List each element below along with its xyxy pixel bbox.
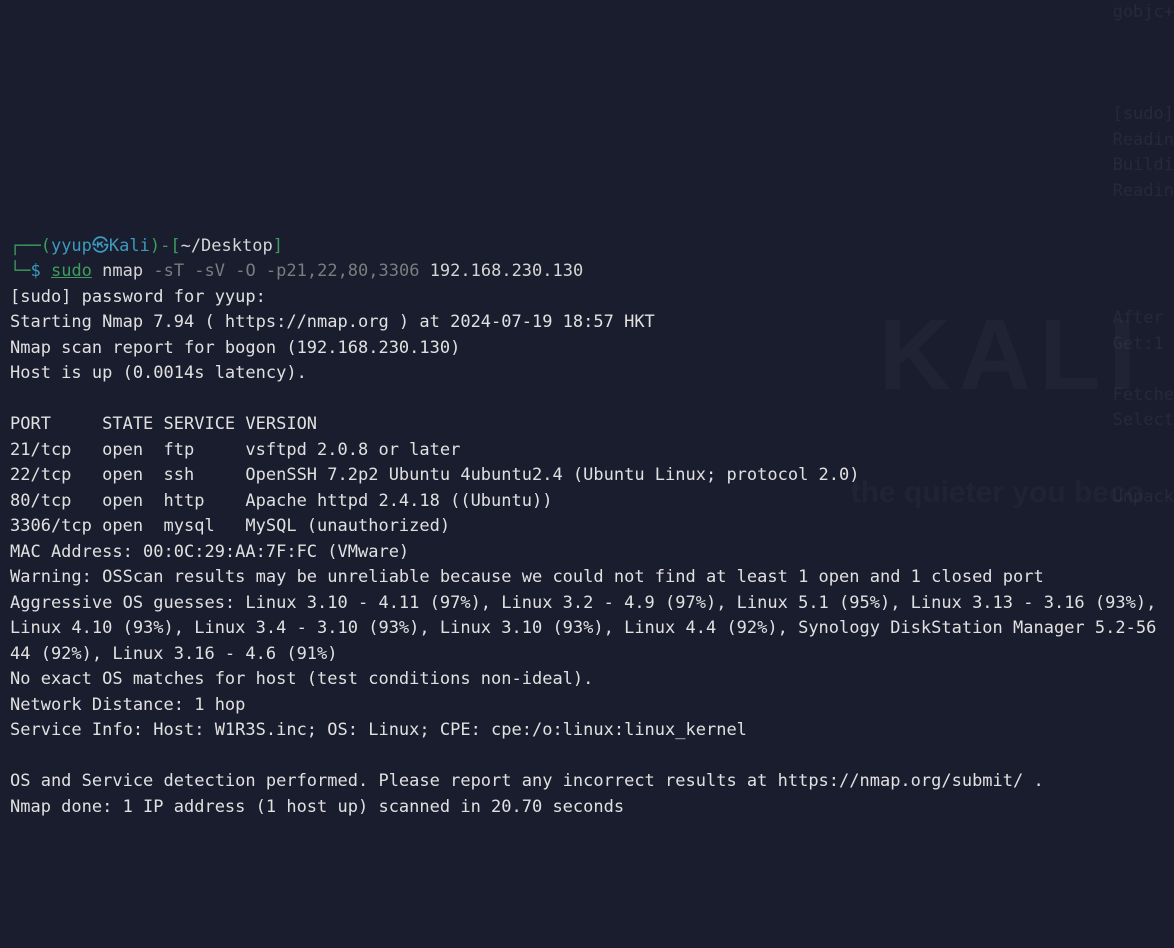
detection-footer: OS and Service detection performed. Plea… — [10, 771, 1044, 791]
cmd-sudo: sudo — [51, 261, 92, 281]
mac-address-line: MAC Address: 00:0C:29:AA:7F:FC (VMware) — [10, 542, 409, 562]
nmap-start-line: Starting Nmap 7.94 ( https://nmap.org ) … — [10, 312, 655, 332]
no-exact-os: No exact OS matches for host (test condi… — [10, 669, 593, 689]
port-row-80: 80/tcp open http Apache httpd 2.4.18 ((U… — [10, 491, 552, 511]
service-info: Service Info: Host: W1R3S.inc; OS: Linux… — [10, 720, 747, 740]
scan-report-line: Nmap scan report for bogon (192.168.230.… — [10, 338, 460, 358]
prompt-line-2: └─$ sudo nmap -sT -sV -O -p21,22,80,3306… — [10, 261, 583, 281]
port-row-21: 21/tcp open ftp vsftpd 2.0.8 or later — [10, 440, 460, 460]
nmap-done: Nmap done: 1 IP address (1 host up) scan… — [10, 797, 624, 817]
prompt-line-1: ┌──(yyup㉿Kali)-[~/Desktop] — [10, 236, 283, 256]
cmd-target: 192.168.230.130 — [419, 261, 583, 281]
port-table-header: PORT STATE SERVICE VERSION — [10, 414, 317, 434]
os-guesses: Aggressive OS guesses: Linux 3.10 - 4.11… — [10, 593, 1167, 664]
osscan-warning: Warning: OSScan results may be unreliabl… — [10, 567, 1044, 587]
sudo-password-prompt: [sudo] password for yyup: — [10, 287, 266, 307]
port-row-3306: 3306/tcp open mysql MySQL (unauthorized) — [10, 516, 450, 536]
host-up-line: Host is up (0.0014s latency). — [10, 363, 307, 383]
cmd-nmap: nmap — [92, 261, 153, 281]
prompt-host: Kali — [109, 236, 150, 256]
prompt-path: ~/Desktop — [181, 236, 273, 256]
port-row-22: 22/tcp open ssh OpenSSH 7.2p2 Ubuntu 4ub… — [10, 465, 860, 485]
prompt-user: yyup — [51, 236, 92, 256]
cmd-flags: -sT -sV -O -p21,22,80,3306 — [153, 261, 419, 281]
network-distance: Network Distance: 1 hop — [10, 695, 245, 715]
terminal-output[interactable]: ┌──(yyup㉿Kali)-[~/Desktop] └─$ sudo nmap… — [10, 234, 1164, 821]
